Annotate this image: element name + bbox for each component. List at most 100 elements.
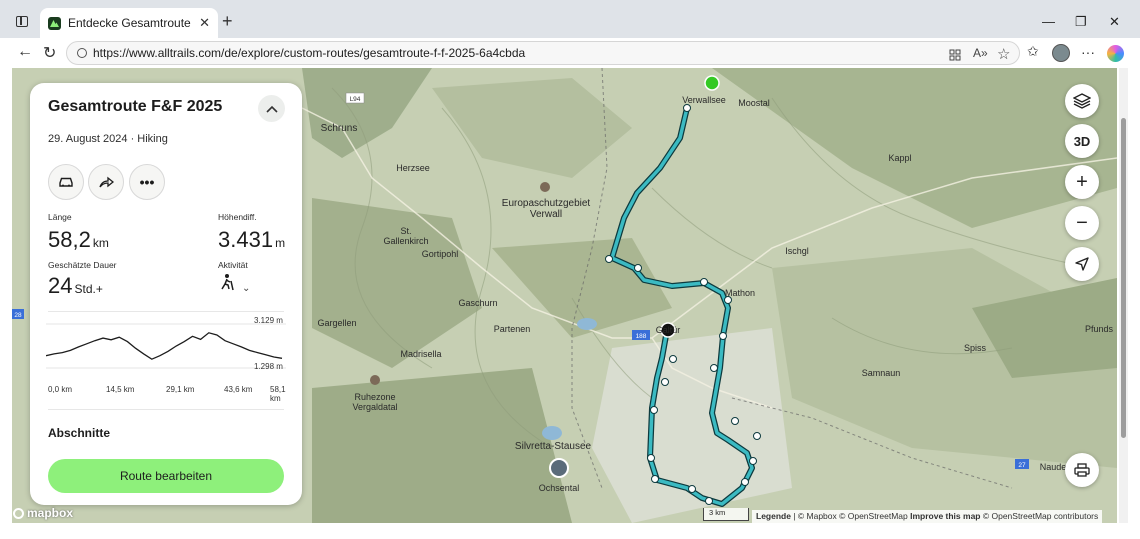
browser-menu-button[interactable]: ··· <box>1081 44 1095 60</box>
map-label: Silvretta-Stausee <box>515 441 592 452</box>
waypoint[interactable] <box>634 264 642 272</box>
read-aloud-icon[interactable]: A» <box>973 46 988 60</box>
improve-map-link[interactable]: Improve this map <box>910 511 980 521</box>
tab-close-icon[interactable]: ✕ <box>199 15 210 31</box>
share-button[interactable] <box>88 164 124 200</box>
scrollbar-thumb[interactable] <box>1121 118 1126 438</box>
route-title: Gesamtroute F&F 2025 <box>48 98 223 115</box>
page-scrollbar[interactable] <box>1119 68 1128 523</box>
waypoint[interactable] <box>710 364 718 372</box>
elevation-label: Höhendiff. <box>218 212 257 222</box>
waypoint[interactable] <box>683 104 691 112</box>
edit-route-button[interactable]: Route bearbeiten <box>48 459 284 493</box>
waypoint[interactable] <box>719 332 727 340</box>
back-button[interactable]: ← <box>17 43 33 61</box>
map-label: Samnaun <box>862 368 901 378</box>
elevation-min-label: 1.298 m <box>254 362 283 371</box>
waypoint[interactable] <box>688 485 696 493</box>
activity-selector[interactable]: ⌄ <box>218 273 250 296</box>
map-label: Mathon <box>725 288 755 298</box>
favorite-star-icon[interactable]: ☆ <box>997 45 1010 63</box>
window-maximize-button[interactable]: ❐ <box>1075 14 1087 30</box>
app-available-icon[interactable] <box>949 49 961 64</box>
attribution-text: | © Mapbox © OpenStreetMap <box>790 511 911 521</box>
elevation-number: 3.431 <box>218 227 274 252</box>
length-value: 58,2 km <box>48 227 109 253</box>
print-button[interactable] <box>1065 453 1099 487</box>
zoom-in-button[interactable]: + <box>1065 165 1099 199</box>
window-close-button[interactable]: ✕ <box>1109 14 1120 30</box>
map-label: Gargellen <box>317 318 356 328</box>
elevation-profile-chart[interactable]: 3.129 m 1.298 m 0,0 km 14,5 km 29,1 km 4… <box>45 316 286 403</box>
layers-icon <box>1073 93 1091 109</box>
window-minimize-button[interactable]: — <box>1042 14 1055 29</box>
favorites-icon[interactable]: ✩ <box>1027 43 1039 60</box>
collapse-panel-button[interactable] <box>258 95 285 122</box>
waypoint[interactable] <box>605 255 613 263</box>
zoom-out-button[interactable]: − <box>1065 206 1099 240</box>
distance-tick-label: 14,5 km <box>106 385 135 394</box>
length-number: 58,2 <box>48 227 91 252</box>
elevation-line <box>45 332 283 360</box>
mapbox-logo[interactable]: mapbox <box>13 506 73 520</box>
print-icon <box>1074 463 1090 477</box>
new-tab-button[interactable]: + <box>222 12 233 30</box>
map-label: Gortipohl <box>422 249 459 259</box>
reload-button[interactable]: ↻ <box>43 43 56 63</box>
waypoint[interactable] <box>705 497 713 505</box>
address-bar[interactable]: https://www.alltrails.com/de/explore/cus… <box>66 41 1020 65</box>
waypoint[interactable] <box>650 406 658 414</box>
waypoint[interactable] <box>651 475 659 483</box>
map-label: Galtür <box>656 325 681 335</box>
map-label: St. <box>400 226 411 236</box>
map-label: Verwall <box>530 209 562 220</box>
waypoint[interactable] <box>661 378 669 386</box>
map-label: Herzsee <box>396 163 430 173</box>
poi-icon[interactable] <box>540 182 550 192</box>
url-text: https://www.alltrails.com/de/explore/cus… <box>93 46 526 60</box>
waypoint[interactable] <box>749 457 757 465</box>
duration-number: 24 <box>48 273 73 298</box>
map-label: Ochsental <box>539 483 580 493</box>
sections-heading: Abschnitte <box>48 426 111 440</box>
site-info-icon[interactable] <box>77 48 87 58</box>
waypoint[interactable] <box>669 355 677 363</box>
distance-tick-label: 29,1 km <box>166 385 195 394</box>
hiking-icon <box>221 274 234 291</box>
route-start-marker[interactable] <box>704 75 720 91</box>
photo-marker-icon[interactable] <box>549 458 569 478</box>
locate-icon <box>1075 257 1089 271</box>
map-label: Vergaldatal <box>352 402 397 412</box>
waypoint[interactable] <box>731 417 739 425</box>
map-label: Gaschurn <box>458 298 497 308</box>
more-dots-icon: ••• <box>139 174 155 190</box>
map-label: Ruhezone <box>354 392 395 402</box>
map-label: Pfunds <box>1085 324 1114 334</box>
waypoint[interactable] <box>647 454 655 462</box>
waypoint[interactable] <box>753 432 761 440</box>
map-label: Moostal <box>738 98 770 108</box>
waypoint[interactable] <box>741 478 749 486</box>
map-label: 188 <box>636 333 647 340</box>
profile-avatar[interactable] <box>1052 44 1070 62</box>
poi-icon[interactable] <box>370 375 380 385</box>
map-label: Schruns <box>321 123 358 134</box>
elevation-unit: m <box>275 236 286 250</box>
directions-button[interactable] <box>48 164 84 200</box>
locate-button[interactable] <box>1065 247 1099 281</box>
browser-toolbar: ← ↻ https://www.alltrails.com/de/explore… <box>0 38 1140 68</box>
waypoint[interactable] <box>700 278 708 286</box>
map-label: Madrisella <box>400 349 441 359</box>
map-label: Europaschutzgebiet <box>502 198 591 209</box>
sidebar-toggle-icon[interactable] <box>16 16 28 27</box>
layers-button[interactable] <box>1065 84 1099 118</box>
browser-tab-active[interactable]: Entdecke Gesamtroute F&F 2025 ✕ <box>40 8 218 38</box>
distance-tick-label: 43,6 km <box>224 385 253 394</box>
map-label: Spiss <box>964 343 987 353</box>
more-options-button[interactable]: ••• <box>129 164 165 200</box>
3d-toggle-button[interactable]: 3D <box>1065 124 1099 158</box>
copilot-icon[interactable] <box>1107 45 1124 62</box>
alltrails-favicon-icon <box>48 16 61 30</box>
legend-link[interactable]: Legende <box>756 511 791 521</box>
map-label: Gallenkirch <box>383 236 428 246</box>
